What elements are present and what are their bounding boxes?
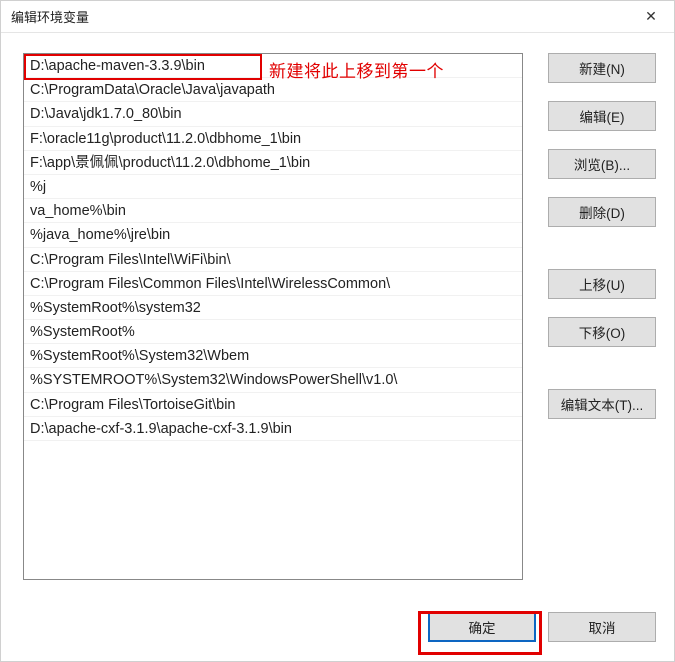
list-item[interactable]: %SystemRoot%\system32: [24, 296, 522, 320]
side-button-column: 新建(N) 编辑(E) 浏览(B)... 删除(D) 上移(U) 下移(O) 编…: [548, 53, 656, 593]
list-item[interactable]: D:\apache-cxf-3.1.9\apache-cxf-3.1.9\bin: [24, 417, 522, 441]
new-button[interactable]: 新建(N): [548, 53, 656, 83]
list-item[interactable]: C:\ProgramData\Oracle\Java\javapath: [24, 78, 522, 102]
dialog-footer: 确定 取消: [1, 605, 674, 661]
delete-button[interactable]: 删除(D): [548, 197, 656, 227]
list-item[interactable]: %SYSTEMROOT%\System32\WindowsPowerShell\…: [24, 368, 522, 392]
move-up-button[interactable]: 上移(U): [548, 269, 656, 299]
list-item[interactable]: va_home%\bin: [24, 199, 522, 223]
dialog-title: 编辑环境变量: [11, 7, 89, 26]
close-button[interactable]: ✕: [628, 1, 674, 33]
list-item[interactable]: D:\Java\jdk1.7.0_80\bin: [24, 102, 522, 126]
list-item[interactable]: %SystemRoot%: [24, 320, 522, 344]
path-listbox[interactable]: D:\apache-maven-3.3.9\bin C:\ProgramData…: [23, 53, 523, 580]
edit-button[interactable]: 编辑(E): [548, 101, 656, 131]
list-item[interactable]: C:\Program Files\Common Files\Intel\Wire…: [24, 272, 522, 296]
list-item[interactable]: F:\app\景佩佩\product\11.2.0\dbhome_1\bin: [24, 151, 522, 175]
list-item[interactable]: F:\oracle11g\product\11.2.0\dbhome_1\bin: [24, 127, 522, 151]
edit-env-var-dialog: 编辑环境变量 ✕ D:\apache-maven-3.3.9\bin C:\Pr…: [0, 0, 675, 662]
list-wrap: D:\apache-maven-3.3.9\bin C:\ProgramData…: [23, 53, 530, 593]
move-down-button[interactable]: 下移(O): [548, 317, 656, 347]
dialog-body: D:\apache-maven-3.3.9\bin C:\ProgramData…: [1, 33, 674, 605]
list-item[interactable]: %SystemRoot%\System32\Wbem: [24, 344, 522, 368]
cancel-button[interactable]: 取消: [548, 612, 656, 642]
list-item[interactable]: C:\Program Files\TortoiseGit\bin: [24, 393, 522, 417]
titlebar: 编辑环境变量 ✕: [1, 1, 674, 33]
list-item[interactable]: %java_home%\jre\bin: [24, 223, 522, 247]
edit-text-button[interactable]: 编辑文本(T)...: [548, 389, 656, 419]
list-item[interactable]: %j: [24, 175, 522, 199]
browse-button[interactable]: 浏览(B)...: [548, 149, 656, 179]
list-item[interactable]: D:\apache-maven-3.3.9\bin: [24, 54, 522, 78]
ok-button[interactable]: 确定: [428, 612, 536, 642]
close-icon: ✕: [645, 8, 657, 25]
list-item[interactable]: C:\Program Files\Intel\WiFi\bin\: [24, 248, 522, 272]
